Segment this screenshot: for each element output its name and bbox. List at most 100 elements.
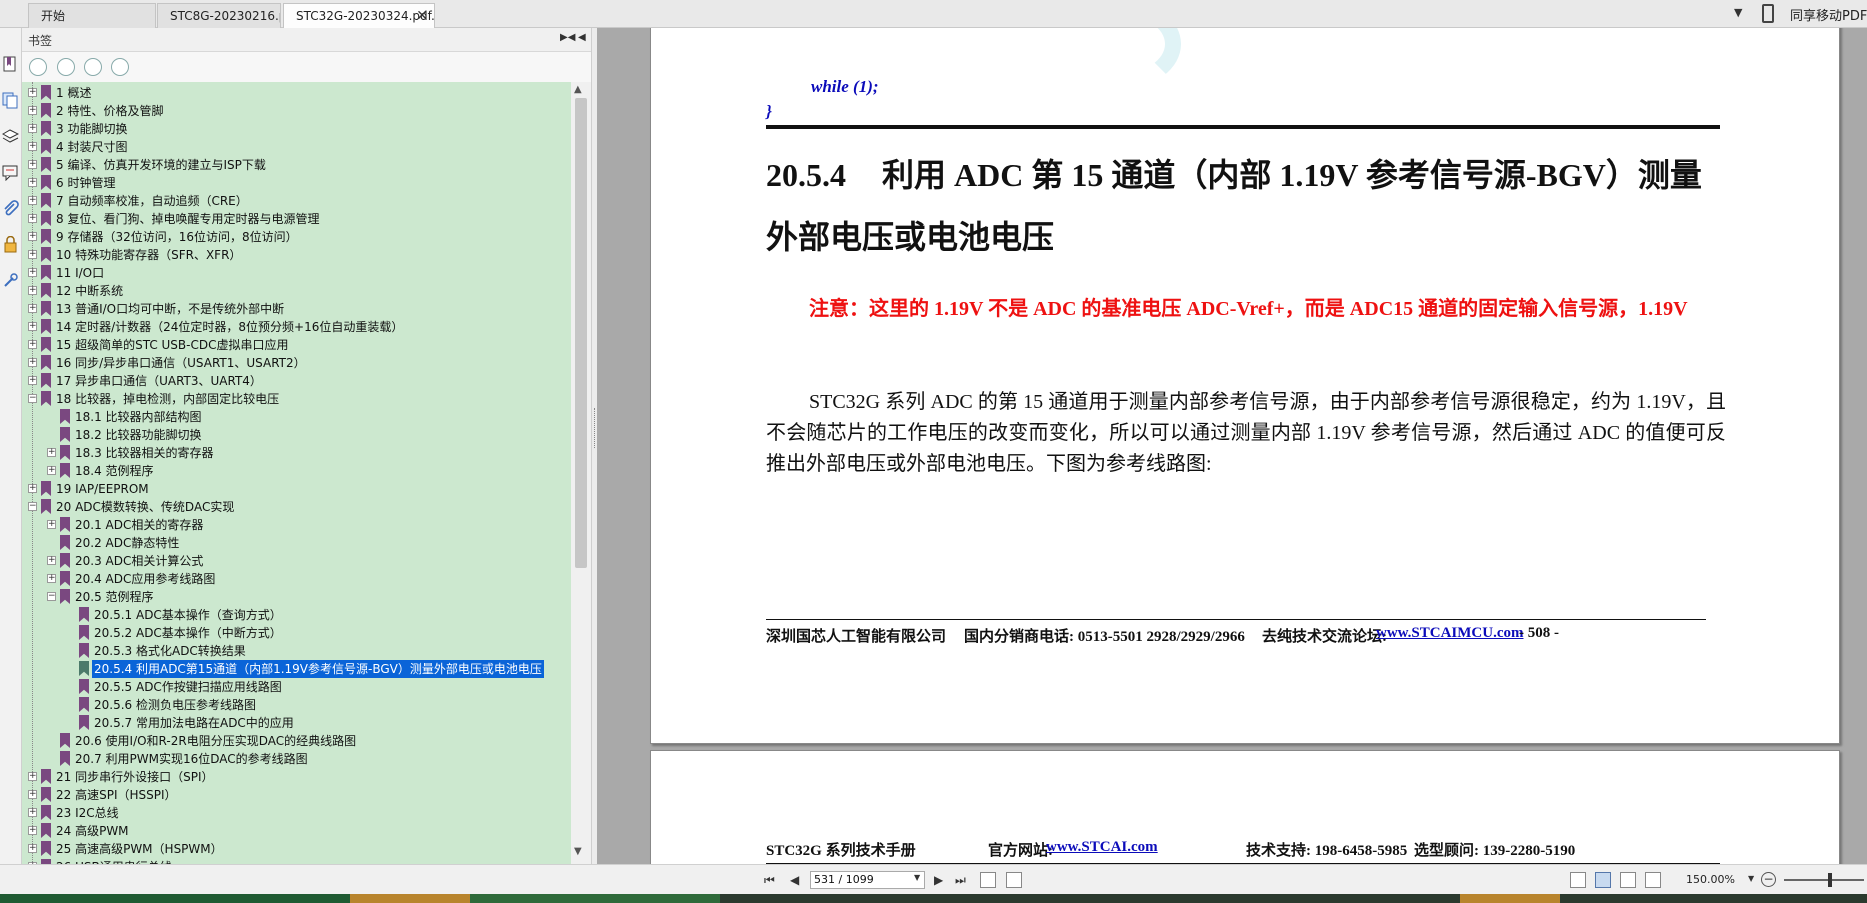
bookmark-item[interactable]: +20.4 ADC应用参考线路图 xyxy=(22,570,571,588)
single-page-view-icon[interactable] xyxy=(1570,872,1586,888)
bookmark-item[interactable]: 20.7 利用PWM实现16位DAC的参考线路图 xyxy=(22,750,571,768)
bookmark-item[interactable]: +18.4 范例程序 xyxy=(22,462,571,480)
bookmark-item[interactable]: 20.2 ADC静态特性 xyxy=(22,534,571,552)
bookmark-item[interactable]: +21 同步串行外设接口（SPI） xyxy=(22,768,571,786)
expand-icon[interactable]: + xyxy=(28,142,37,151)
bookmark-item[interactable]: +1 概述 xyxy=(22,84,571,102)
bookmark-item[interactable]: − 20 ADC模数转换、传统DAC实现 xyxy=(22,498,571,516)
attachment-icon[interactable] xyxy=(2,200,19,217)
lock-icon[interactable] xyxy=(2,236,19,253)
bookmark-item[interactable]: 20.5.5 ADC作按键扫描应用线路图 xyxy=(22,678,571,696)
prev-page-button[interactable]: ◀ xyxy=(790,873,799,887)
bookmark-item[interactable]: 20.5.2 ADC基本操作（中断方式） xyxy=(22,624,571,642)
expand-icon[interactable]: + xyxy=(28,376,37,385)
comments-icon[interactable] xyxy=(2,164,19,181)
close-tab-icon[interactable]: ✕ xyxy=(416,4,428,28)
expand-icon[interactable]: + xyxy=(28,808,37,817)
expand-icon[interactable]: + xyxy=(47,466,56,475)
tab-stc8g-pdf[interactable]: STC8G-20230216.pdf... xyxy=(157,3,281,28)
expand-icon[interactable]: + xyxy=(47,448,56,457)
expand-icon[interactable]: + xyxy=(28,772,37,781)
expand-icon[interactable]: + xyxy=(28,232,37,241)
expand-all-icon[interactable] xyxy=(29,58,47,76)
bookmark-item[interactable]: 20.5.7 常用加法电路在ADC中的应用 xyxy=(22,714,571,732)
bookmark-item[interactable]: +3 功能脚切换 xyxy=(22,120,571,138)
expand-icon[interactable]: + xyxy=(28,790,37,799)
last-page-button[interactable]: ⏭ xyxy=(955,873,966,888)
bookmark-item[interactable]: 20.5.3 格式化ADC转换结果 xyxy=(22,642,571,660)
bookmark-item[interactable]: 18.2 比较器功能脚切换 xyxy=(22,426,571,444)
next-page-button[interactable]: ▶ xyxy=(934,873,943,887)
expand-icon[interactable]: + xyxy=(28,178,37,187)
expand-icon[interactable]: + xyxy=(28,322,37,331)
zoom-out-button[interactable]: − xyxy=(1761,872,1776,887)
expand-icon[interactable]: + xyxy=(28,484,37,493)
expand-icon[interactable]: + xyxy=(28,286,37,295)
panel-expand-icon[interactable]: ▶◀ xyxy=(560,32,575,43)
page-dropdown-icon[interactable]: ▼ xyxy=(914,873,920,882)
expand-icon[interactable]: + xyxy=(28,304,37,313)
expand-icon[interactable]: + xyxy=(47,520,56,529)
bookmark-item[interactable]: 20.6 使用I/O和R-2R电阻分压实现DAC的经典线路图 xyxy=(22,732,571,750)
tab-start[interactable]: 开始 xyxy=(28,3,156,28)
rotate-icon[interactable] xyxy=(980,872,996,888)
two-page-view-icon[interactable] xyxy=(1620,872,1636,888)
bookmark-item[interactable]: +17 异步串口通信（UART3、UART4） xyxy=(22,372,571,390)
panel-collapse-icon[interactable]: ◀ xyxy=(578,32,586,43)
bookmark-item[interactable]: +24 高级PWM xyxy=(22,822,571,840)
tab-stc32g-pdf[interactable]: STC32G-20230324.pdf... ✕ xyxy=(283,3,435,29)
bookmark-item[interactable]: +11 I/O口 xyxy=(22,264,571,282)
expand-icon[interactable]: + xyxy=(28,844,37,853)
continuous-view-icon[interactable] xyxy=(1595,872,1611,888)
scroll-thumb[interactable] xyxy=(575,98,587,568)
bookmark-item[interactable]: +23 I2C总线 xyxy=(22,804,571,822)
bookmark-item[interactable]: +25 高速高级PWM（HSPWM） xyxy=(22,840,571,858)
bookmark-item[interactable]: +20.3 ADC相关计算公式 xyxy=(22,552,571,570)
bookmark-item[interactable]: +8 复位、看门狗、掉电唤醒专用定时器与电源管理 xyxy=(22,210,571,228)
expand-icon[interactable]: + xyxy=(28,340,37,349)
highlight-current-icon[interactable] xyxy=(111,58,129,76)
collapse-all-icon[interactable] xyxy=(57,58,75,76)
mobile-pdf-button[interactable]: 同享移动PDF xyxy=(1790,5,1867,24)
expand-icon[interactable]: + xyxy=(28,88,37,97)
two-page-continuous-view-icon[interactable] xyxy=(1645,872,1661,888)
bookmark-item[interactable]: +18.3 比较器相关的寄存器 xyxy=(22,444,571,462)
bookmark-item[interactable]: +16 同步/异步串口通信（USART1、USART2） xyxy=(22,354,571,372)
page-number-input[interactable]: 531 / 1099 xyxy=(810,871,925,889)
bookmark-item[interactable]: +22 高速SPI（HSSPI） xyxy=(22,786,571,804)
scroll-down-icon[interactable]: ▼ xyxy=(574,846,582,857)
bookmark-item[interactable]: +14 定时器/计数器（24位定时器，8位预分频+16位自动重装载） xyxy=(22,318,571,336)
zoom-slider-thumb[interactable] xyxy=(1828,873,1832,887)
splitter-grip[interactable] xyxy=(594,408,596,448)
bookmark-item[interactable]: 18.1 比较器内部结构图 xyxy=(22,408,571,426)
expand-icon[interactable]: + xyxy=(28,826,37,835)
phone-icon[interactable] xyxy=(1762,4,1774,23)
bookmark-scrollbar[interactable]: ▲ ▼ xyxy=(571,82,591,864)
bookmark-item[interactable]: +2 特性、价格及管脚 xyxy=(22,102,571,120)
collapse-icon[interactable]: − xyxy=(28,394,37,403)
scroll-up-icon[interactable]: ▲ xyxy=(574,84,582,95)
collapse-icon[interactable]: − xyxy=(47,592,56,601)
bookmark-item[interactable]: +7 自动频率校准，自动追频（CRE） xyxy=(22,192,571,210)
header-site-link[interactable]: www.STCAI.com xyxy=(1046,839,1158,856)
pages-icon[interactable] xyxy=(2,92,19,109)
bookmark-item[interactable]: +12 中断系统 xyxy=(22,282,571,300)
bookmark-item[interactable]: +4 封装尺寸图 xyxy=(22,138,571,156)
layers-icon[interactable] xyxy=(2,128,19,145)
bookmark-item-selected[interactable]: 20.5.4 利用ADC第15通道（内部1.19V参考信号源-BGV）测量外部电… xyxy=(22,660,571,678)
bookmark-item[interactable]: − 20.5 范例程序 xyxy=(22,588,571,606)
zoom-level[interactable]: 150.00% xyxy=(1686,873,1735,886)
bookmark-item[interactable]: +5 编译、仿真开发环境的建立与ISP下载 xyxy=(22,156,571,174)
expand-icon[interactable]: + xyxy=(28,214,37,223)
bookmark-item[interactable]: +13 普通I/O口均可中断，不是传统外部中断 xyxy=(22,300,571,318)
expand-icon[interactable]: + xyxy=(47,556,56,565)
zoom-slider-track[interactable] xyxy=(1784,879,1864,881)
collapse-icon[interactable]: − xyxy=(28,502,37,511)
bookmark-item[interactable]: +6 时钟管理 xyxy=(22,174,571,192)
bookmark-item[interactable]: +15 超级简单的STC USB-CDC虚拟串口应用 xyxy=(22,336,571,354)
bookmark-item[interactable]: − 18 比较器，掉电检测，内部固定比较电压 xyxy=(22,390,571,408)
expand-icon[interactable]: + xyxy=(47,574,56,583)
expand-icon[interactable]: + xyxy=(28,268,37,277)
expand-icon[interactable]: + xyxy=(28,124,37,133)
bookmark-item[interactable]: +19 IAP/EEPROM xyxy=(22,480,571,498)
